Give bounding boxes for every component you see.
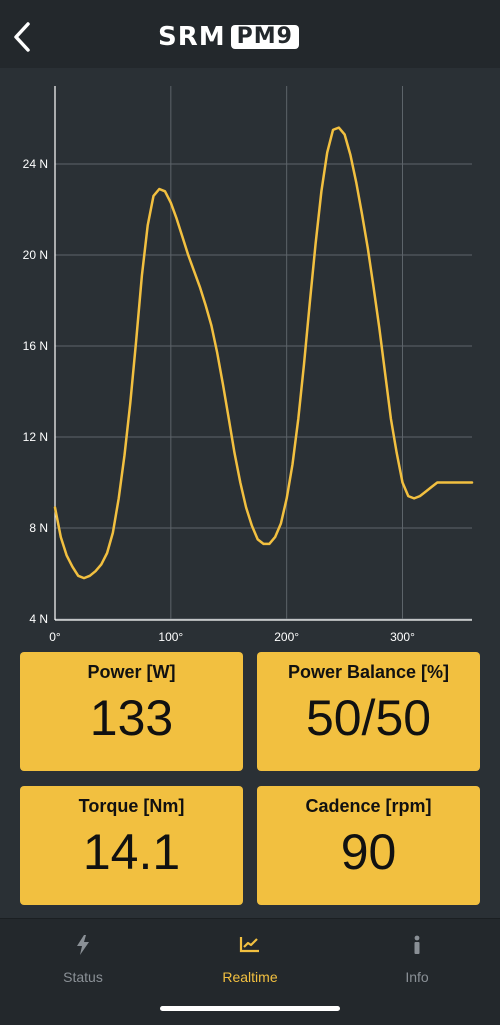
- srm-pm9-logo: SRM PM9: [158, 24, 299, 50]
- power-card[interactable]: Power [W] 133: [20, 652, 243, 771]
- torque-card[interactable]: Torque [Nm] 14.1: [20, 786, 243, 905]
- logo-model: PM9: [230, 25, 299, 49]
- force-chart: 4 N 8 N 12 N 16 N 20 N 24 N 0° 100° 200° 300°: [0, 68, 500, 648]
- x-tick-label: 300°: [390, 630, 415, 644]
- cadence-value: 90: [340, 824, 397, 880]
- info-icon: [414, 935, 420, 954]
- cadence-card[interactable]: Cadence [rpm] 90: [257, 786, 480, 905]
- chevron-left-icon: [14, 22, 30, 52]
- lightning-icon: [77, 935, 89, 955]
- tab-info-label: Info: [405, 969, 429, 985]
- power-label: Power [W]: [87, 662, 176, 682]
- torque-label: Torque [Nm]: [78, 796, 185, 816]
- y-tick-label: 12 N: [23, 430, 48, 444]
- logo-brand: SRM: [158, 22, 226, 52]
- cadence-label: Cadence [rpm]: [305, 796, 432, 816]
- tab-realtime-label: Realtime: [222, 969, 278, 985]
- power-balance-card[interactable]: Power Balance [%] 50/50: [257, 652, 480, 771]
- force-chart-svg: 4 N 8 N 12 N 16 N 20 N 24 N 0° 100° 200° 300°: [23, 86, 474, 644]
- x-tick-label: 100°: [158, 630, 183, 644]
- tab-realtime[interactable]: Realtime: [167, 919, 333, 999]
- force-series-line: [53, 126, 474, 580]
- y-tick-label: 20 N: [23, 248, 48, 262]
- y-tick-label: 16 N: [23, 339, 48, 353]
- x-tick-label: 200°: [274, 630, 299, 644]
- app-header: SRM PM9: [0, 0, 500, 68]
- power-balance-value: 50/50: [305, 690, 432, 746]
- power-balance-label: Power Balance [%]: [287, 662, 450, 682]
- back-button[interactable]: [6, 18, 38, 56]
- x-tick-label: 0°: [49, 630, 61, 644]
- y-tick-label: 24 N: [23, 157, 48, 171]
- tab-status[interactable]: Status: [0, 919, 166, 999]
- line-chart-icon: [239, 937, 259, 953]
- tab-info[interactable]: Info: [334, 919, 500, 999]
- y-tick-label: 4 N: [29, 612, 48, 626]
- torque-value: 14.1: [82, 824, 181, 880]
- power-value: 133: [89, 690, 174, 746]
- home-indicator: [160, 1006, 340, 1011]
- y-tick-label: 8 N: [29, 521, 48, 535]
- tab-status-label: Status: [63, 969, 103, 985]
